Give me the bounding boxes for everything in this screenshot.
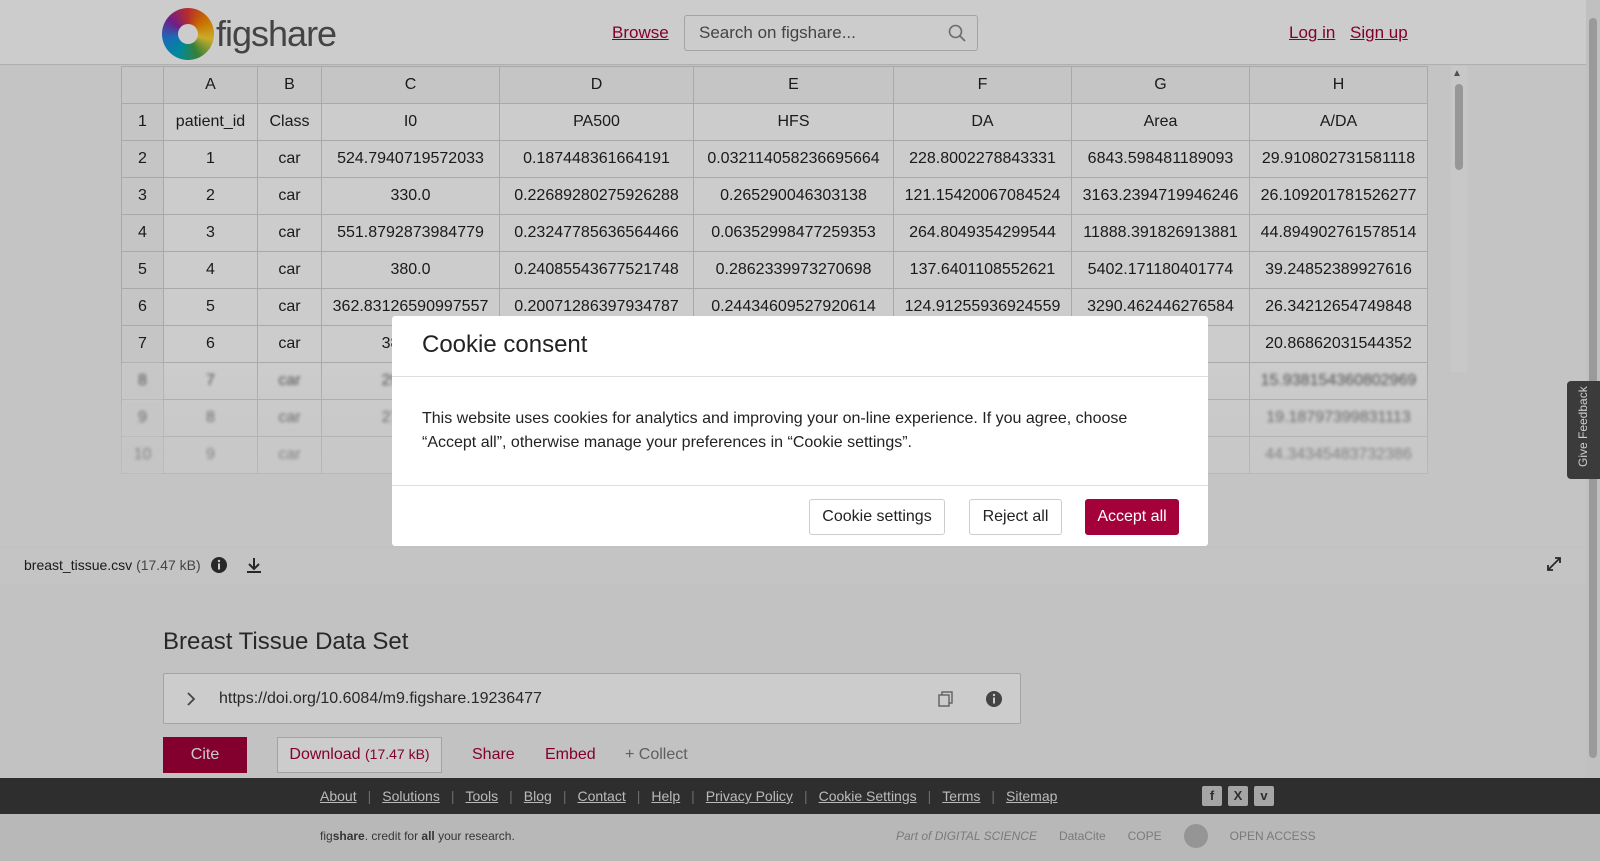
divider xyxy=(392,485,1208,486)
accept-all-button[interactable]: Accept all xyxy=(1085,499,1179,535)
cookie-dialog-title: Cookie consent xyxy=(422,331,588,358)
divider xyxy=(392,376,1208,377)
cookie-consent-dialog: Cookie consent This website uses cookies… xyxy=(392,316,1208,546)
reject-all-button[interactable]: Reject all xyxy=(969,499,1062,535)
cookie-dialog-body: This website uses cookies for analytics … xyxy=(422,410,1128,451)
cookie-settings-button[interactable]: Cookie settings xyxy=(809,499,945,535)
